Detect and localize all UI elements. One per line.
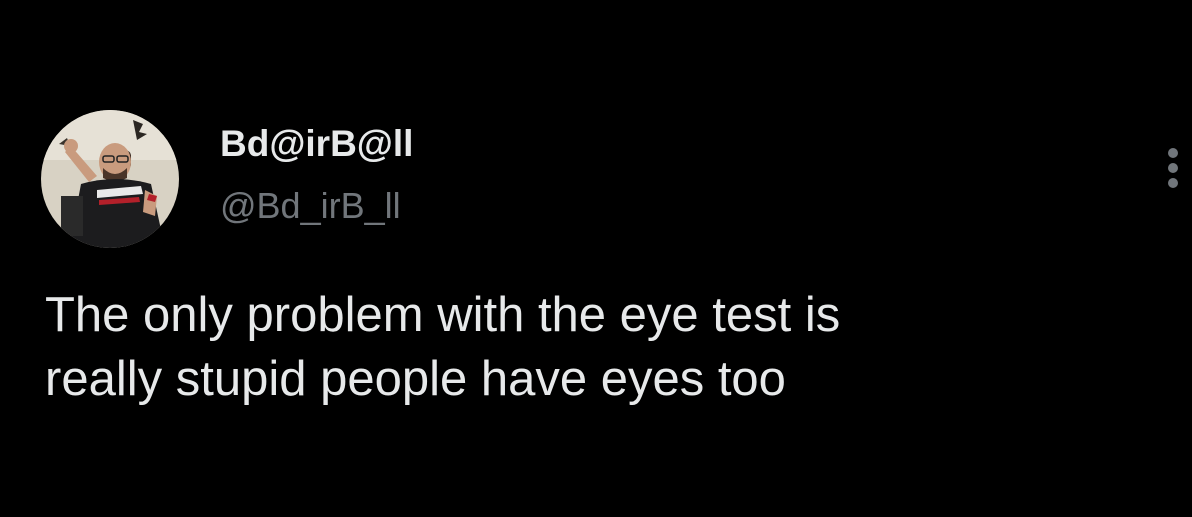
tweet-text: The only problem with the eye test is re… — [45, 288, 841, 406]
more-options-button[interactable] — [1158, 140, 1188, 196]
tweet-card[interactable]: Bd@irB@ll @Bd_irB_ll The only problem wi… — [0, 0, 1192, 517]
avatar-image — [41, 110, 179, 248]
author-display-name[interactable]: Bd@irB@ll — [220, 122, 413, 166]
author-handle[interactable]: @Bd_irB_ll — [220, 184, 401, 228]
avatar[interactable] — [41, 110, 179, 248]
